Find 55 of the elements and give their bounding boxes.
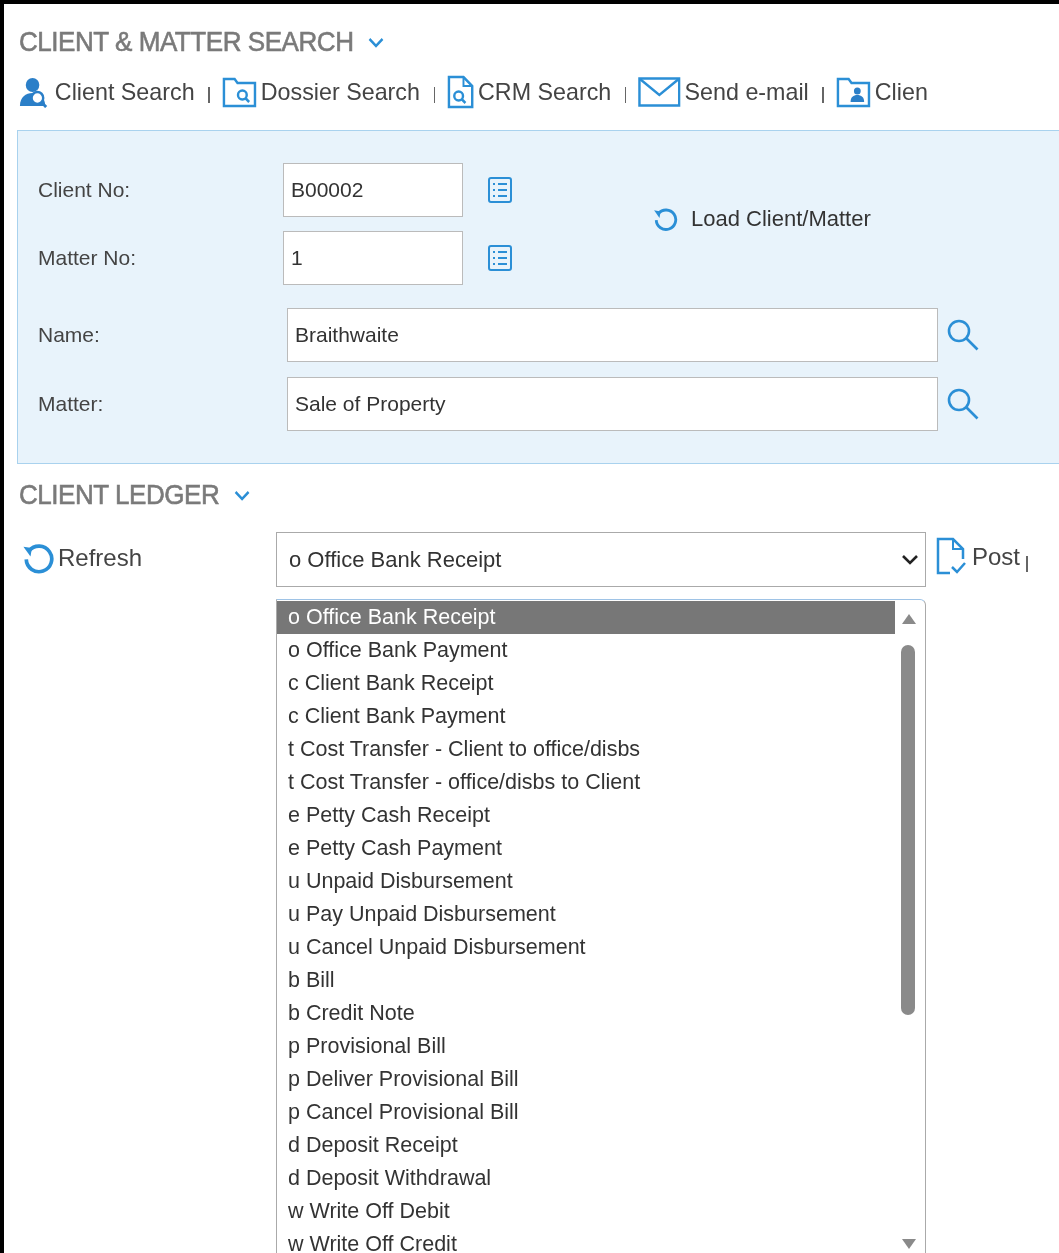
dropdown-option[interactable]: t Cost Transfer - Client to office/disbs [277, 733, 895, 766]
dropdown-option[interactable]: u Cancel Unpaid Disbursement [277, 931, 895, 964]
dropdown-option[interactable]: b Bill [277, 964, 895, 997]
field-label: Matter No: [38, 246, 138, 270]
document-search-icon [447, 75, 475, 109]
toolbar-link[interactable]: Client Search [18, 76, 195, 108]
dropdown-option[interactable]: d Deposit Receipt [277, 1129, 895, 1162]
load-button[interactable]: Load Client/Matter [653, 206, 871, 232]
post-button[interactable]: Post [936, 536, 1021, 577]
caret-icon [901, 553, 919, 566]
dropdown-option[interactable]: w Write Off Debit [277, 1195, 895, 1228]
list-icon[interactable] [487, 244, 513, 272]
dropdown-option[interactable]: u Unpaid Disbursement [277, 865, 895, 898]
dropdown-option[interactable]: c Client Bank Payment [277, 700, 895, 733]
toolbar-link[interactable]: Send e-mail [638, 77, 809, 107]
list-icon[interactable] [487, 176, 513, 204]
text-field[interactable]: 1 [283, 231, 463, 285]
dropdown-option[interactable]: w Write Off Credit [277, 1228, 895, 1253]
field-label: Client No: [38, 178, 132, 202]
refresh-button[interactable]: Refresh [22, 540, 276, 575]
toolbar-link[interactable]: Clien [835, 76, 928, 108]
dropdown-option[interactable]: d Deposit Withdrawal [277, 1162, 895, 1195]
folder-person-icon [835, 76, 871, 108]
text-field[interactable]: Braithwaite [287, 308, 938, 362]
chevron-icon[interactable] [366, 35, 386, 49]
dropdown-option[interactable]: o Office Bank Receipt [277, 601, 895, 634]
envelope-icon [638, 77, 681, 107]
dropdown-option[interactable]: o Office Bank Payment [277, 634, 895, 667]
text-field[interactable]: Sale of Property [287, 377, 938, 431]
search-icon[interactable] [946, 387, 980, 421]
dropdown-option[interactable]: e Petty Cash Payment [277, 832, 895, 865]
folder-search-icon [221, 76, 257, 108]
scrollbar-thumb[interactable] [901, 645, 915, 1015]
refresh-icon [653, 206, 679, 232]
section-title: CLIENT LEDGER [18, 479, 220, 511]
dropdown-option[interactable]: b Credit Note [277, 997, 895, 1030]
dropdown-option[interactable]: p Cancel Provisional Bill [277, 1096, 895, 1129]
chevron-icon[interactable] [232, 488, 251, 502]
dropdown-option[interactable]: p Provisional Bill [277, 1030, 895, 1063]
dropdown-option[interactable]: p Deliver Provisional Bill [277, 1063, 895, 1096]
dropdown-option[interactable]: t Cost Transfer - office/disbs to Client [277, 766, 895, 799]
search-icon[interactable] [946, 318, 980, 352]
dropdown-option[interactable]: c Client Bank Receipt [277, 667, 895, 700]
dropdown-option[interactable]: u Pay Unpaid Disbursement [277, 898, 895, 931]
select-field[interactable]: o Office Bank Receipt [276, 532, 926, 587]
document-check-icon [936, 536, 966, 577]
field-label: Name: [38, 323, 101, 347]
section-title: CLIENT & MATTER SEARCH [18, 26, 354, 58]
scroll-down-icon[interactable] [901, 1238, 917, 1250]
toolbar-link[interactable]: Dossier Search [221, 76, 420, 108]
field-label: Matter: [38, 392, 105, 416]
toolbar-link[interactable]: CRM Search [447, 75, 612, 109]
text-field[interactable]: B00002 [283, 163, 463, 217]
dropdown-option[interactable]: e Petty Cash Receipt [277, 799, 895, 832]
scroll-up-icon[interactable] [901, 613, 917, 625]
